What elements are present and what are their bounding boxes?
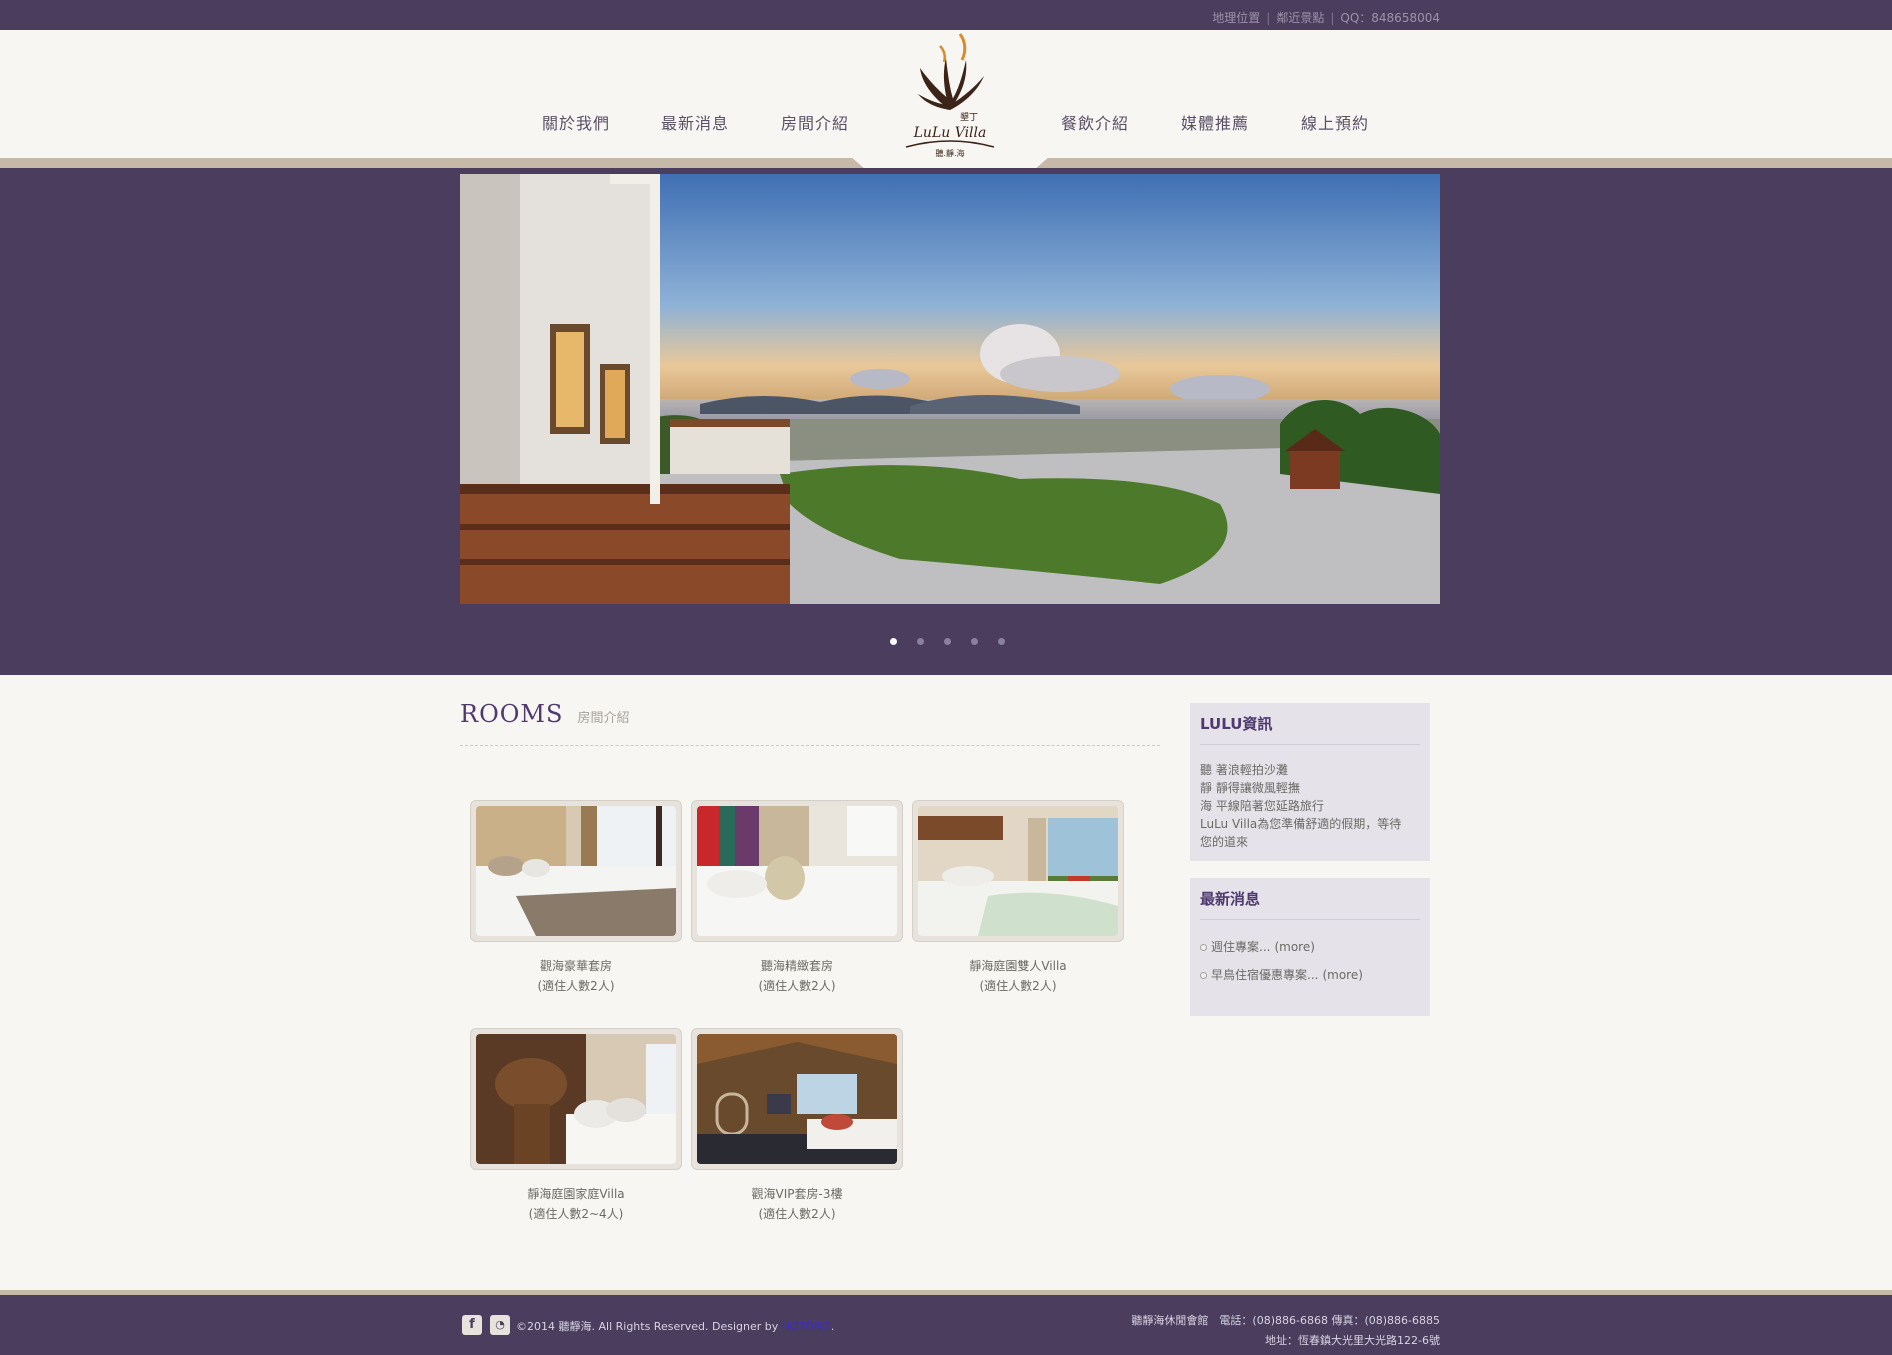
room-capacity: (適住人數2~4人) — [528, 1207, 624, 1221]
room-thumbnail[interactable] — [470, 800, 682, 942]
slider-dot-4[interactable] — [971, 638, 978, 645]
contact-address: 地址：恆春鎮大光里大光路122-6號 — [1265, 1334, 1440, 1347]
room-thumbnail[interactable] — [691, 800, 903, 942]
lulu-info-title: LULU資訊 — [1200, 713, 1420, 745]
top-bar: 地理位置 | 鄰近景點 | QQ：848658004 — [0, 0, 1892, 30]
top-links: 地理位置 | 鄰近景點 | QQ：848658004 — [1212, 11, 1440, 25]
news-link[interactable]: 早鳥住宿優惠專案... — [1211, 966, 1318, 984]
news-link[interactable]: 週住專案... — [1211, 938, 1270, 956]
copyright: ©2014 聽靜海. All Rights Reserved. Designer… — [516, 1320, 835, 1333]
room-card[interactable]: 聽海精緻套房 (適住人數2人) — [691, 800, 903, 996]
rooms-section: ROOMS 房間介紹 觀海豪華套房 (適住人數2人) 聽海精緻套房 (適住人數2… — [460, 700, 1160, 1221]
contact-phone-fax: 聽靜海休閒會館 電話：(08)886-6868 傳真：(08)886-6885 — [1131, 1314, 1440, 1327]
hero-slider — [0, 168, 1892, 675]
slider-dot-3[interactable] — [944, 638, 951, 645]
news-item[interactable]: 週住專案... (more) — [1200, 938, 1420, 956]
room-photo — [697, 806, 897, 936]
rooms-heading: ROOMS 房間介紹 — [460, 700, 1160, 746]
room-name[interactable]: 聽海精緻套房 — [691, 956, 903, 976]
room-photo — [476, 806, 676, 936]
rooms-title: ROOMS — [460, 700, 564, 728]
logo[interactable]: 墾丁 LuLu Villa 聽.靜.海 — [896, 30, 1004, 158]
svg-text:墾丁: 墾丁 — [960, 111, 978, 123]
rss-icon[interactable]: ◔ — [490, 1315, 510, 1335]
room-thumbnail[interactable] — [470, 1028, 682, 1170]
slider-dot-2[interactable] — [917, 638, 924, 645]
room-card[interactable]: 觀海豪華套房 (適住人數2人) — [470, 800, 682, 996]
lulu-info-box: LULU資訊 聽 著浪輕拍沙灘 靜 靜得讓微風輕撫 海 平線陪著您延路旅行 Lu… — [1190, 703, 1430, 861]
designer-link[interactable]: HOTONG — [782, 1320, 831, 1333]
room-capacity: (適住人數2人) — [758, 979, 836, 993]
lulu-info-text: 聽 著浪輕拍沙灘 靜 靜得讓微風輕撫 海 平線陪著您延路旅行 LuLu Vill… — [1200, 763, 1402, 849]
slider-dots — [890, 638, 1005, 645]
nav-booking[interactable]: 線上預約 — [1301, 110, 1369, 134]
svg-text:聽.靜.海: 聽.靜.海 — [935, 148, 964, 158]
nav-dining[interactable]: 餐飲介紹 — [1061, 110, 1129, 134]
room-photo — [918, 806, 1118, 936]
room-capacity: (適住人數2人) — [979, 979, 1057, 993]
nav-news[interactable]: 最新消息 — [661, 110, 729, 134]
bullet-icon — [1200, 971, 1207, 979]
news-more-link[interactable]: (more) — [1274, 938, 1314, 956]
lulu-villa-logo-icon: 墾丁 LuLu Villa 聽.靜.海 — [905, 33, 995, 158]
nav-rooms[interactable]: 房間介紹 — [781, 110, 849, 134]
room-name[interactable]: 靜海庭園雙人Villa — [912, 956, 1124, 976]
nav-about[interactable]: 關於我們 — [542, 110, 610, 134]
news-item[interactable]: 早鳥住宿優惠專案... (more) — [1200, 966, 1420, 984]
room-thumbnail[interactable] — [912, 800, 1124, 942]
location-link[interactable]: 地理位置 — [1212, 11, 1260, 25]
room-card[interactable]: 靜海庭園雙人Villa (適住人數2人) — [912, 800, 1124, 996]
rooms-subtitle: 房間介紹 — [577, 711, 630, 726]
room-card[interactable]: 靜海庭園家庭Villa (適住人數2~4人) — [470, 1028, 682, 1224]
news-title: 最新消息 — [1200, 888, 1420, 920]
bullet-icon — [1200, 943, 1207, 951]
hero-slide-image — [460, 174, 1440, 604]
news-more-link[interactable]: (more) — [1322, 966, 1362, 984]
nav-media[interactable]: 媒體推薦 — [1181, 110, 1249, 134]
room-capacity: (適住人數2人) — [758, 1207, 836, 1221]
room-card[interactable]: 觀海VIP套房-3樓 (適住人數2人) — [691, 1028, 903, 1224]
nearby-attractions-link[interactable]: 鄰近景點 — [1276, 11, 1324, 25]
news-box: 最新消息 週住專案... (more) 早鳥住宿優惠專案... (more) — [1190, 878, 1430, 1016]
room-name[interactable]: 觀海豪華套房 — [470, 956, 682, 976]
facebook-icon[interactable]: f — [462, 1315, 482, 1335]
slider-dot-1[interactable] — [890, 638, 897, 645]
room-capacity: (適住人數2人) — [537, 979, 615, 993]
qq-number: QQ：848658004 — [1340, 11, 1440, 25]
slider-dot-5[interactable] — [998, 638, 1005, 645]
room-photo — [697, 1034, 897, 1164]
footer: f ◔ ©2014 聽靜海. All Rights Reserved. Desi… — [0, 1295, 1892, 1355]
room-photo — [476, 1034, 676, 1164]
room-name[interactable]: 靜海庭園家庭Villa — [470, 1184, 682, 1204]
contact-info: 聽靜海休閒會館 電話：(08)886-6868 傳真：(08)886-6885 … — [1131, 1311, 1440, 1351]
room-thumbnail[interactable] — [691, 1028, 903, 1170]
svg-text:LuLu Villa: LuLu Villa — [913, 125, 987, 141]
room-name[interactable]: 觀海VIP套房-3樓 — [691, 1184, 903, 1204]
